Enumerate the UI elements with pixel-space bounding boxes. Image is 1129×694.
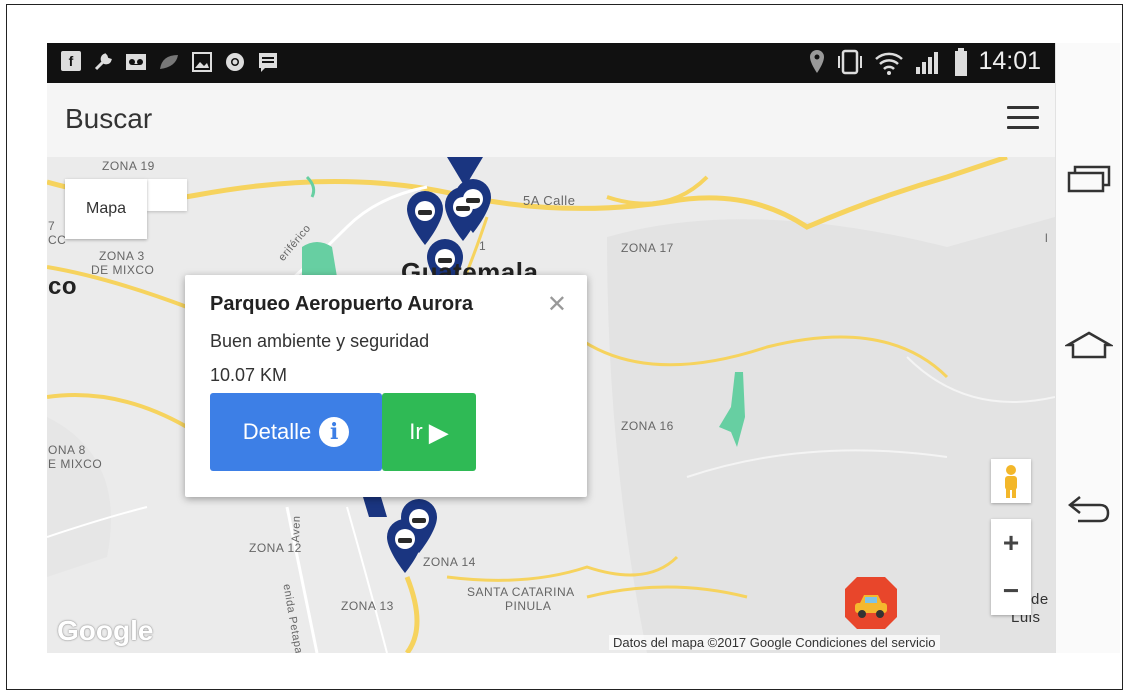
- map-label: ZONA 17: [621, 241, 674, 255]
- close-icon[interactable]: ✕: [547, 290, 567, 319]
- status-bar: f 14:01: [47, 43, 1055, 83]
- map-label: ZONA 16: [621, 419, 674, 433]
- map-type-button[interactable]: Mapa: [65, 179, 147, 239]
- back-icon[interactable]: [1064, 489, 1114, 529]
- go-button[interactable]: Ir ▶: [382, 393, 476, 471]
- zoom-in-button[interactable]: +: [991, 519, 1031, 567]
- car-icon[interactable]: [843, 575, 899, 631]
- detail-button[interactable]: Detalle i: [210, 393, 382, 471]
- recent-apps-icon[interactable]: [1064, 159, 1114, 199]
- zoom-out-button[interactable]: −: [991, 567, 1031, 615]
- map-label: DE MIXCO: [91, 263, 155, 277]
- map-type-satellite-button[interactable]: [147, 179, 187, 211]
- navigation-bar: [1055, 43, 1120, 653]
- voicemail-icon: [125, 51, 147, 73]
- map-label: ZONA 3: [99, 249, 145, 263]
- map-label: Aven: [289, 515, 303, 543]
- image-icon: [191, 51, 213, 73]
- facebook-icon: f: [61, 51, 81, 71]
- clock: 14:01: [978, 47, 1041, 75]
- map-label: l: [1045, 231, 1049, 245]
- map-label: ONA 8: [48, 443, 86, 457]
- map-label: ZONA 19: [102, 159, 155, 173]
- map-label: ZONA 13: [341, 599, 394, 613]
- home-icon[interactable]: [1064, 325, 1114, 365]
- chrome-icon: [224, 51, 246, 73]
- menu-icon[interactable]: [1007, 106, 1039, 130]
- info-window: Parqueo Aeropuerto Aurora ✕ Buen ambient…: [185, 275, 587, 497]
- location-pin-icon: [810, 49, 825, 73]
- leaf-icon: [158, 51, 180, 73]
- wrench-icon: [92, 51, 114, 73]
- street-view-pegman-icon[interactable]: [991, 459, 1031, 503]
- page-title: Buscar: [65, 103, 153, 134]
- map-label: SANTA CATARINA: [467, 585, 575, 599]
- signal-icon: [916, 51, 939, 74]
- map-label: E MIXCO: [48, 457, 103, 471]
- map-view[interactable]: ZONA 19 7 CC ZONA 3 DE MIXCO co 5A Calle…: [47, 157, 1055, 653]
- play-icon: ▶: [428, 416, 449, 447]
- battery-icon: [955, 47, 968, 76]
- map-label: 5A Calle: [523, 193, 576, 208]
- zoom-control: + −: [991, 519, 1031, 615]
- map-label: co: [48, 273, 78, 300]
- wifi-icon: [875, 52, 904, 75]
- vibrate-icon: [838, 49, 863, 74]
- map-attribution[interactable]: Datos del mapa ©2017 Google Condiciones …: [609, 635, 940, 650]
- google-logo: Google: [57, 615, 154, 646]
- info-description: Buen ambiente y seguridad: [210, 331, 430, 351]
- info-title: Parqueo Aeropuerto Aurora: [210, 293, 473, 315]
- map-label: 7: [48, 219, 56, 233]
- message-icon: [257, 51, 279, 73]
- map-label: CC: [48, 233, 67, 247]
- map-label: 1: [479, 239, 487, 253]
- info-icon: i: [319, 417, 350, 447]
- detail-button-label: Detalle: [242, 419, 312, 444]
- go-button-label: Ir: [409, 419, 423, 444]
- map-label: ZONA 12: [249, 541, 302, 555]
- info-distance: 10.07 KM: [210, 365, 288, 385]
- map-label: ZONA 14: [423, 555, 476, 569]
- map-label: de: [1031, 591, 1049, 608]
- notification-icons: f: [61, 51, 279, 73]
- map-label: PINULA: [505, 599, 552, 613]
- system-status: 14:01: [808, 47, 1041, 76]
- app-bar: Buscar: [47, 83, 1055, 158]
